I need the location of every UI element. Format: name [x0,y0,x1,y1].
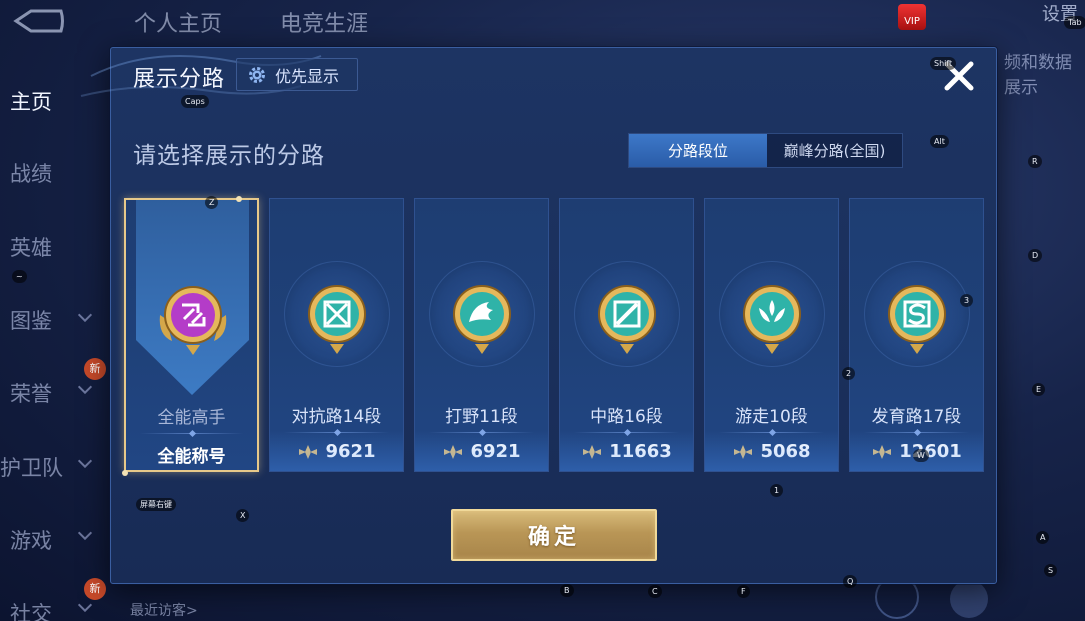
chevron-down-icon [77,453,93,469]
new-badge: 新 [84,578,106,600]
sidebar-item-home[interactable]: 主页 [10,86,52,116]
lane-card-jungle[interactable]: 打野11段 6921 [414,198,549,472]
key-hint: Alt [930,135,949,148]
key-hint: 3 [960,294,974,307]
key-hint: F [737,585,750,598]
display-lane-dialog: 展示分路 优先显示 请选择展示的分路 分路段位 巅峰分路(全国) 全能高手 全能… [80,47,997,584]
card-glow [415,431,548,471]
tab-lane-rank[interactable]: 分路段位 [629,134,767,167]
key-hint: Q [843,575,858,588]
sidebar-item-records[interactable]: 战绩 [10,158,52,188]
key-hint: R [1028,155,1042,168]
key-hint: D [1028,249,1043,262]
mid-lane-emblem-icon [598,285,656,354]
key-hint: B [560,584,574,597]
priority-display-button[interactable]: 优先显示 [236,58,358,91]
key-hint: 屏幕右键 [136,498,176,511]
confirm-button[interactable]: 确定 [451,509,657,561]
gear-icon [249,66,265,83]
sidebar-item-social[interactable]: 社交 [10,598,52,621]
corner-dot [236,196,242,202]
corner-dot [122,470,128,476]
lane-name: 全能高手 [157,408,226,428]
sidebar-item-games[interactable]: 游戏 [10,525,52,555]
lane-source-toggle: 分路段位 巅峰分路(全国) [628,133,903,168]
chevron-down-icon [77,307,93,323]
lane-card-mid[interactable]: 中路16段 11663 [559,198,694,472]
back-arrow-icon[interactable] [6,6,66,36]
jungle-emblem-icon [453,285,511,354]
tab-peak-lane-national[interactable]: 巅峰分路(全国) [767,134,902,167]
lane-card-roam[interactable]: 游走10段 5068 [704,198,839,472]
divider [140,429,243,438]
sidebar-item-honors[interactable]: 荣誉 [10,378,52,408]
tab-esports-career[interactable]: 电竞生涯 [280,6,368,38]
all-round-emblem-icon [159,286,227,355]
sidebar-item-guard[interactable]: 护卫队 [0,452,63,482]
confirm-label: 确定 [527,525,580,550]
card-value-row: 全能称号 [126,442,257,467]
dialog-title: 展示分路 [133,67,226,92]
chevron-down-icon [77,379,93,395]
sidebar-item-codex[interactable]: 图鉴 [10,305,52,335]
lane-card-clash[interactable]: 对抗路14段 9621 [269,198,404,472]
lane-card-all-round[interactable]: 全能高手 全能称号 [122,196,259,476]
play-icon[interactable] [950,580,988,618]
background-right-text: 频和数据展示 [1004,53,1072,98]
vip-badge[interactable]: VIP [898,4,926,30]
new-badge: 新 [84,358,106,380]
key-hint: E [1032,383,1046,396]
card-glow [705,431,838,471]
key-hint: C [648,585,662,598]
recent-visitors-link[interactable]: 最近访客> [130,600,198,620]
lane-name: 中路16段 [590,407,663,427]
chevron-down-icon [77,525,93,541]
clash-lane-emblem-icon [308,285,366,354]
key-hint: ~ [12,270,27,283]
farm-lane-emblem-icon [888,285,946,354]
lane-name: 游走10段 [735,407,808,427]
priority-display-label: 优先显示 [275,66,340,86]
key-hint: Tab [1064,16,1085,29]
dialog-subtitle: 请选择展示的分路 [133,143,325,169]
sidebar-item-heroes[interactable]: 英雄 [10,232,52,262]
key-hint: W [913,449,929,462]
tab-personal-home[interactable]: 个人主页 [134,6,222,38]
chevron-down-icon [77,597,93,613]
lane-name: 打野11段 [445,407,518,427]
key-hint: Caps [181,95,209,108]
roam-emblem-icon [743,285,801,354]
lane-card-farm[interactable]: 发育路17段 12601 [849,198,984,472]
key-hint: 2 [842,367,856,380]
key-hint: Shift [930,57,957,70]
key-hint: 1 [770,484,784,497]
title-label: 全能称号 [157,447,226,467]
card-glow [560,431,693,471]
lane-name: 对抗路14段 [291,407,382,427]
lane-name: 发育路17段 [871,407,962,427]
key-hint: S [1044,564,1058,577]
card-glow [270,431,403,471]
